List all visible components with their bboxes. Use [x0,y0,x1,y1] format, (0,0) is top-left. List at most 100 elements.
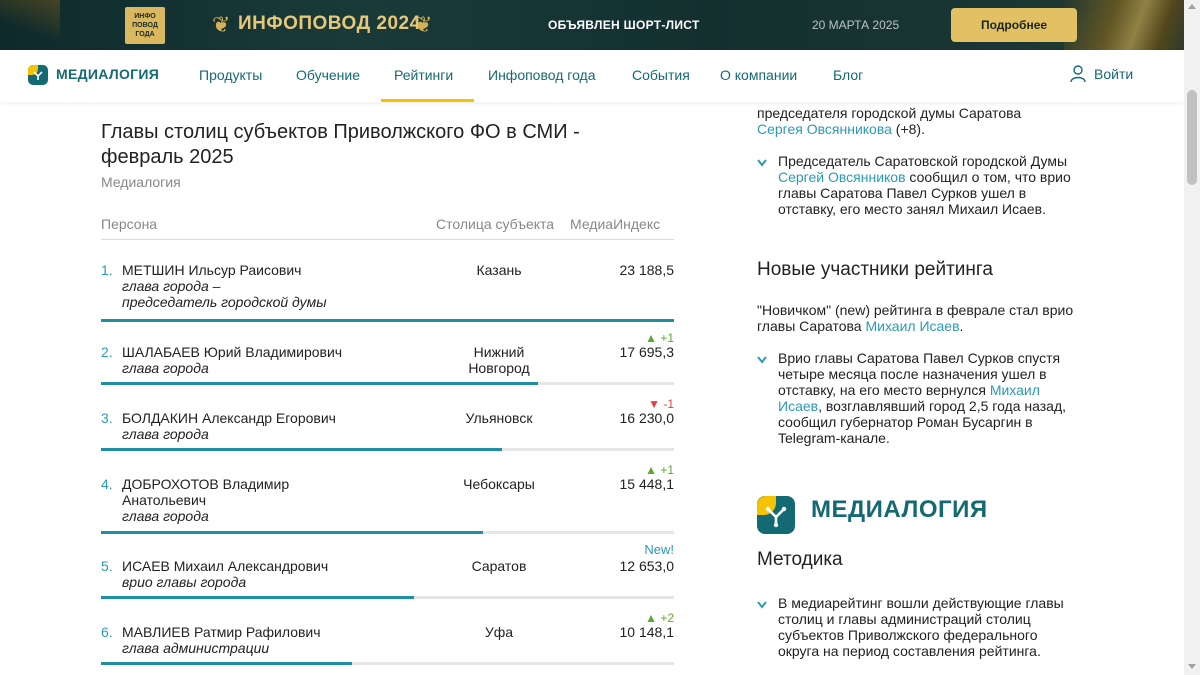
section-heading-method: Методика [757,549,843,570]
user-icon [1070,65,1086,83]
progress-track [101,448,674,451]
table-row[interactable]: 3. БОЛДАКИН Александр Егорович глава гор… [101,398,675,460]
login-label: Войти [1094,66,1134,82]
medialogia-logo-icon[interactable] [28,65,48,85]
nav-item-products[interactable]: Продукты [199,67,262,83]
nav-item-blog[interactable]: Блог [833,67,863,83]
person-role: глава города [122,508,209,524]
person-name[interactable]: ИСАЕВ Михаил Александрович врио главы го… [122,558,422,590]
progress-fill [101,531,483,534]
row-rank: 3. [101,410,113,426]
bullet-text: Председатель Саратовской городской Думы [778,153,1068,169]
nav-item-about[interactable]: О компании [720,67,797,83]
person-link-ovsyannikov[interactable]: Сергея Овсянникова [757,121,892,137]
nav-item-education[interactable]: Обучение [296,67,360,83]
person-name[interactable]: БОЛДАКИН Александр Егорович глава города [122,410,422,442]
paragraph-text: . [959,318,964,334]
person-fullname: БОЛДАКИН Александр Егорович [122,410,336,426]
scroll-up-icon[interactable] [1188,4,1196,9]
table-row[interactable]: 5. ИСАЕВ Михаил Александрович врио главы… [101,543,675,608]
new-entry-badge: New! [644,542,674,557]
person-name[interactable]: ДОБРОХОТОВ Владимир Анатольевич глава го… [122,476,422,524]
capital-city: Ульяновск [465,410,533,426]
capital-city: Саратов [471,558,527,574]
progress-fill [101,319,674,322]
person-role: глава города – [122,278,221,294]
person-role: глава города [122,426,209,442]
banner-more-button[interactable]: Подробнее [951,8,1077,42]
city-line: Нижний [473,344,525,360]
clipped-text [757,93,1087,103]
sidebar-fragment: председателя городской думы Саратова Сер… [757,105,1021,137]
progress-fill [101,382,539,385]
column-person: Персона [101,216,158,232]
person-role: глава администрации [122,640,270,656]
medialogia-brand-block[interactable]: МЕДИАЛОГИЯ [757,496,1087,536]
rating-source: Медиалогия [101,174,181,190]
bullet-text: В медиарейтинг вошли действующие главы с… [778,595,1064,659]
active-tab-indicator [381,99,474,102]
page-scrollbar[interactable] [1184,0,1200,675]
row-rank: 6. [101,624,113,640]
laurel-left-icon: ❦ [212,12,231,37]
progress-track [101,319,674,322]
mediaindex-value: 12 653,0 [619,558,675,574]
banner-shortlist: ОБЪЯВЛЕН ШОРТ-ЛИСТ [548,18,700,32]
person-name[interactable]: ШАЛАБАЕВ Юрий Владимирович глава города [122,344,422,376]
row-rank: 5. [101,558,113,574]
nav-item-infopovod[interactable]: Инфоповод года [488,67,596,83]
person-link-ovsyannikov[interactable]: Сергей Овсянников [778,169,906,185]
scroll-down-icon[interactable] [1188,664,1196,669]
progress-track [101,531,674,534]
capital-city: Казань [476,262,522,278]
login-button[interactable]: Войти [1070,65,1133,83]
person-link-isaev[interactable]: Михаил Исаев [865,318,959,334]
progress-fill [101,596,414,599]
check-icon [757,601,767,609]
column-mediaindex: МедиаИндекс [570,216,661,232]
check-icon [757,159,767,167]
table-row[interactable]: 1. МЕТШИН Ильсур Раисович глава города –… [101,262,674,322]
check-icon [757,356,767,364]
section-heading-new: Новые участники рейтинга [757,259,993,280]
person-name[interactable]: МАВЛИЕВ Ратмир Рафилович глава администр… [122,624,422,656]
list-item: Врио главы Саратова Павел Сурков спустя … [757,350,1087,446]
nav-item-ratings[interactable]: Рейтинги [394,67,453,83]
mediaindex-value: 17 695,3 [619,344,675,360]
table-row[interactable]: 6. МАВЛИЕВ Ратмир Рафилович глава админи… [101,612,674,674]
list-item: В медиарейтинг вошли действующие главы с… [757,595,1087,659]
row-rank: 4. [101,476,113,492]
medialogia-logo-text[interactable]: МЕДИАЛОГИЯ [56,66,159,82]
banner-date: 20 МАРТА 2025 [812,18,900,32]
table-row[interactable]: 4. ДОБРОХОТОВ Владимир Анатольевич глава… [101,464,674,536]
promo-banner[interactable]: ИНФО ПОВОД ГОДА ❦ ИНФОПОВОД 2024 ❦ ОБЪЯВ… [0,0,1184,50]
rank-change-up: ▲ +1 [645,463,674,477]
progress-track [101,596,674,599]
person-fullname: МЕТШИН Ильсур Раисович [122,262,302,278]
row-rank: 1. [101,262,113,278]
person-fullname: Анатольевич [122,492,207,508]
row-rank: 2. [101,344,113,360]
progress-track [101,382,674,385]
banner-title: ИНФОПОВОД 2024 [238,13,421,34]
rank-change-down: ▼ -1 [648,397,674,411]
mediaindex-value: 23 188,5 [619,262,675,278]
table-row[interactable]: 2. ШАЛАБАЕВ Юрий Владимирович глава горо… [101,332,675,404]
fragment-suffix: (+8). [891,121,925,137]
mediaindex-value: 16 230,0 [619,410,675,426]
person-name[interactable]: МЕТШИН Ильсур Раисович глава города – пр… [122,262,422,310]
city-line: Новгород [468,360,530,376]
new-members-text: "Новичком" (new) рейтинга в феврале стал… [757,302,1082,334]
medialogia-logo-icon [757,496,795,534]
person-role: врио главы города [122,574,247,590]
column-capital: Столица субъекта [436,216,555,232]
scrollbar-thumb[interactable] [1187,90,1197,185]
infopovod-badge: ИНФО ПОВОД ГОДА [125,7,165,44]
laurel-right-icon: ❦ [414,12,433,37]
list-item: Председатель Саратовской городской Думы … [757,153,1087,217]
nav-item-events[interactable]: События [632,67,690,83]
rank-change-up: ▲ +1 [645,331,674,345]
progress-fill [101,448,503,451]
title-line: Главы столиц субъектов Приволжского ФО в… [101,121,580,143]
progress-track [101,662,674,665]
